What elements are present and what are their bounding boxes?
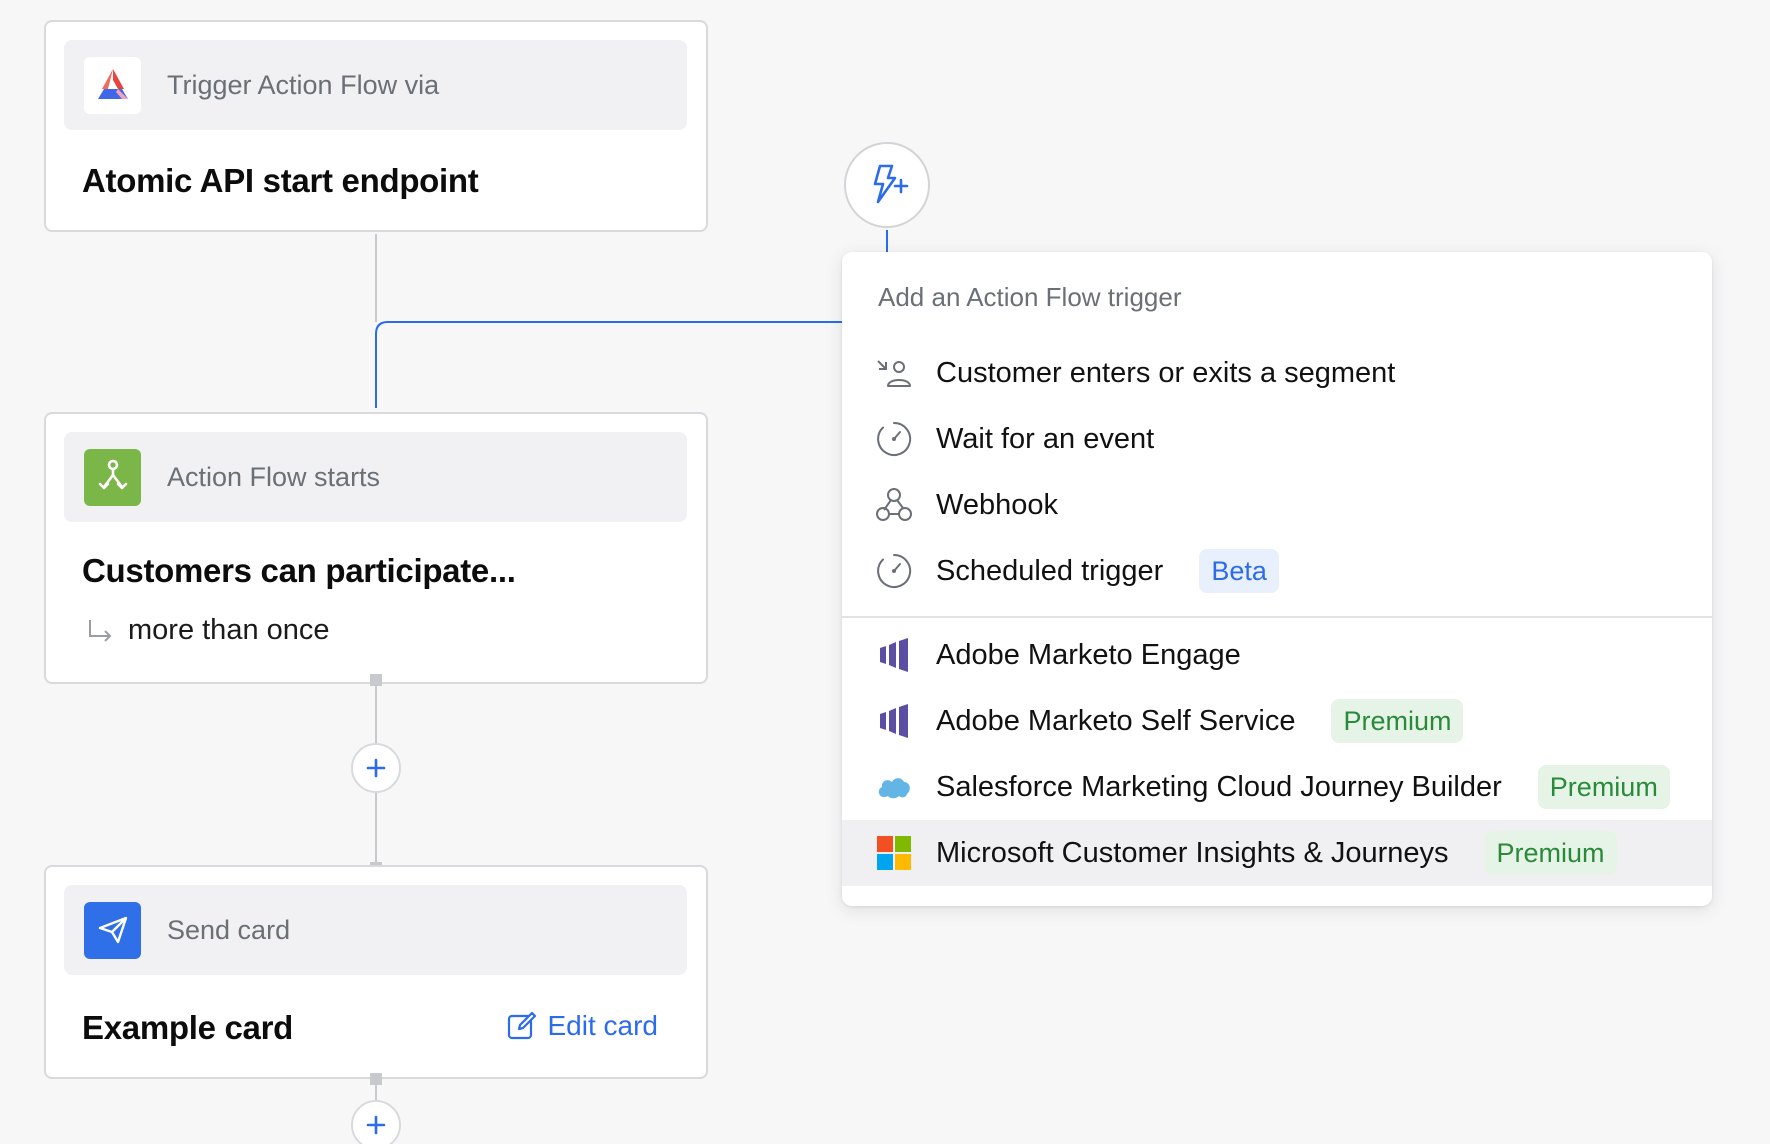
return-arrow-icon [89, 619, 112, 642]
menu-item-wait-for-event[interactable]: Wait for an event [842, 406, 1712, 472]
send-card-header-label: Send card [167, 914, 291, 945]
premium-badge: Premium [1331, 699, 1464, 743]
connector-port [370, 1073, 382, 1085]
marketo-icon [874, 701, 914, 741]
add-step-button[interactable] [351, 743, 401, 793]
action-flow-start-header-label: Action Flow starts [167, 461, 381, 492]
menu-divider [842, 616, 1712, 618]
microsoft-icon [874, 833, 914, 873]
send-card-title: Example card [82, 1009, 294, 1046]
atomic-logo-icon [84, 56, 141, 114]
marketo-icon [874, 635, 914, 675]
menu-item-label: Wait for an event [936, 422, 1155, 455]
menu-item-marketo-self-service[interactable]: Adobe Marketo Self Service Premium [842, 688, 1712, 754]
trigger-card-title: Atomic API start endpoint [82, 162, 479, 199]
menu-item-scheduled-trigger[interactable]: Scheduled trigger Beta [842, 538, 1712, 604]
add-trigger-button[interactable] [844, 142, 930, 228]
action-flow-start-title: Customers can participate... [82, 552, 516, 589]
menu-item-label: Salesforce Marketing Cloud Journey Build… [936, 770, 1502, 803]
trigger-card[interactable]: Trigger Action Flow via Atomic API start… [44, 20, 708, 232]
trigger-card-header-label: Trigger Action Flow via [167, 69, 440, 100]
menu-item-segment[interactable]: Customer enters or exits a segment [842, 340, 1712, 406]
menu-item-webhook[interactable]: Webhook [842, 472, 1712, 538]
send-card[interactable]: Send card Example card Edit card [44, 865, 708, 1079]
flow-canvas: Trigger Action Flow via Atomic API start… [0, 0, 1770, 1144]
participation-detail: more than once [86, 614, 330, 647]
segment-icon [874, 353, 914, 393]
menu-item-label: Microsoft Customer Insights & Journeys [936, 836, 1449, 869]
participation-detail-text: more than once [128, 614, 330, 646]
timer-icon [874, 419, 914, 459]
premium-badge: Premium [1484, 831, 1617, 875]
trigger-menu-title: Add an Action Flow trigger [878, 282, 1182, 312]
menu-item-label: Webhook [936, 488, 1058, 521]
premium-badge: Premium [1537, 765, 1670, 809]
timer-icon [874, 551, 914, 591]
edit-card-label: Edit card [547, 1010, 659, 1041]
lightning-plus-icon [873, 164, 909, 204]
menu-item-label: Adobe Marketo Engage [936, 638, 1241, 671]
send-icon [84, 901, 141, 959]
connector-port [370, 674, 382, 686]
menu-item-salesforce[interactable]: Salesforce Marketing Cloud Journey Build… [842, 754, 1712, 820]
edit-icon [507, 1011, 536, 1040]
edit-card-link[interactable]: Edit card [506, 1010, 659, 1042]
webhook-icon [874, 485, 914, 525]
action-flow-icon [84, 448, 141, 506]
menu-item-label: Adobe Marketo Self Service [936, 704, 1296, 737]
trigger-card-header: Trigger Action Flow via [64, 40, 687, 130]
menu-item-label: Scheduled trigger [936, 554, 1164, 587]
action-flow-start-card[interactable]: Action Flow starts Customers can partici… [44, 412, 708, 684]
menu-item-label: Customer enters or exits a segment [936, 356, 1396, 389]
plus-icon [366, 758, 386, 778]
action-flow-start-header: Action Flow starts [64, 432, 687, 522]
menu-item-microsoft[interactable]: Microsoft Customer Insights & Journeys P… [842, 820, 1712, 886]
beta-badge: Beta [1199, 549, 1279, 593]
trigger-menu: Add an Action Flow trigger Customer ente… [842, 252, 1712, 906]
add-step-button[interactable] [351, 1100, 401, 1144]
menu-item-marketo-engage[interactable]: Adobe Marketo Engage [842, 622, 1712, 688]
send-card-header: Send card [64, 885, 687, 975]
plus-icon [366, 1115, 386, 1135]
salesforce-icon [874, 767, 914, 807]
